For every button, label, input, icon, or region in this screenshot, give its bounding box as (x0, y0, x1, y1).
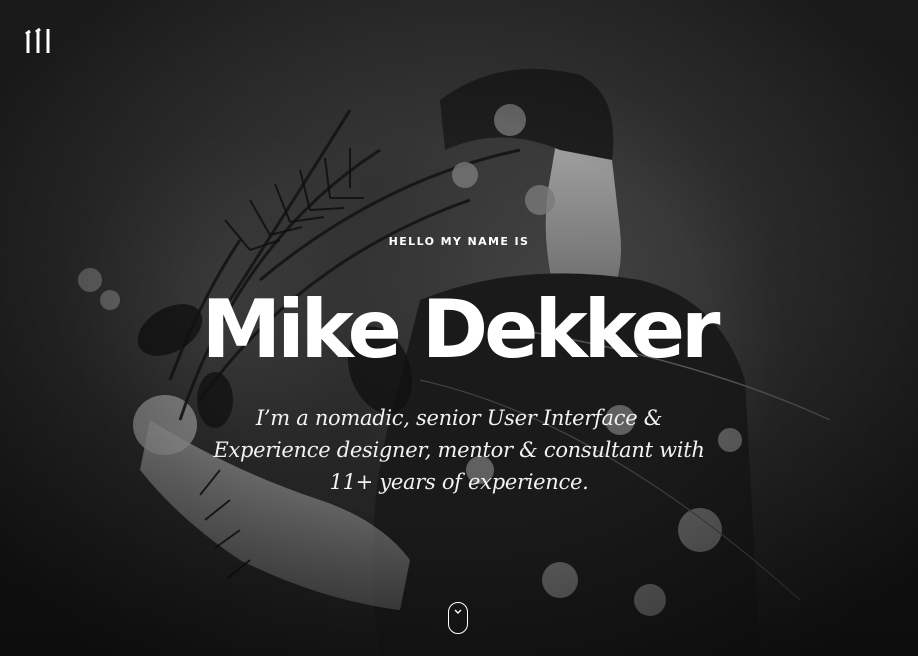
scroll-down-button[interactable] (448, 602, 468, 634)
intro-heading: HELLO MY NAME IS (388, 235, 530, 248)
tagline: I’m a nomadic, senior User Interface & E… (209, 402, 709, 498)
mouse-scroll-icon (454, 609, 462, 614)
tagline-line: 11+ years of experience. (329, 470, 589, 494)
tagline-line: Experience designer, mentor & consultant… (213, 438, 705, 462)
tagline-line: I’m a nomadic, senior User Interface & (255, 406, 663, 430)
mike-dekker-monogram-icon[interactable] (24, 27, 54, 55)
hero-section: HELLO MY NAME IS Mike Dekker I’m a nomad… (0, 0, 918, 656)
page-title: Mike Dekker (201, 283, 721, 376)
